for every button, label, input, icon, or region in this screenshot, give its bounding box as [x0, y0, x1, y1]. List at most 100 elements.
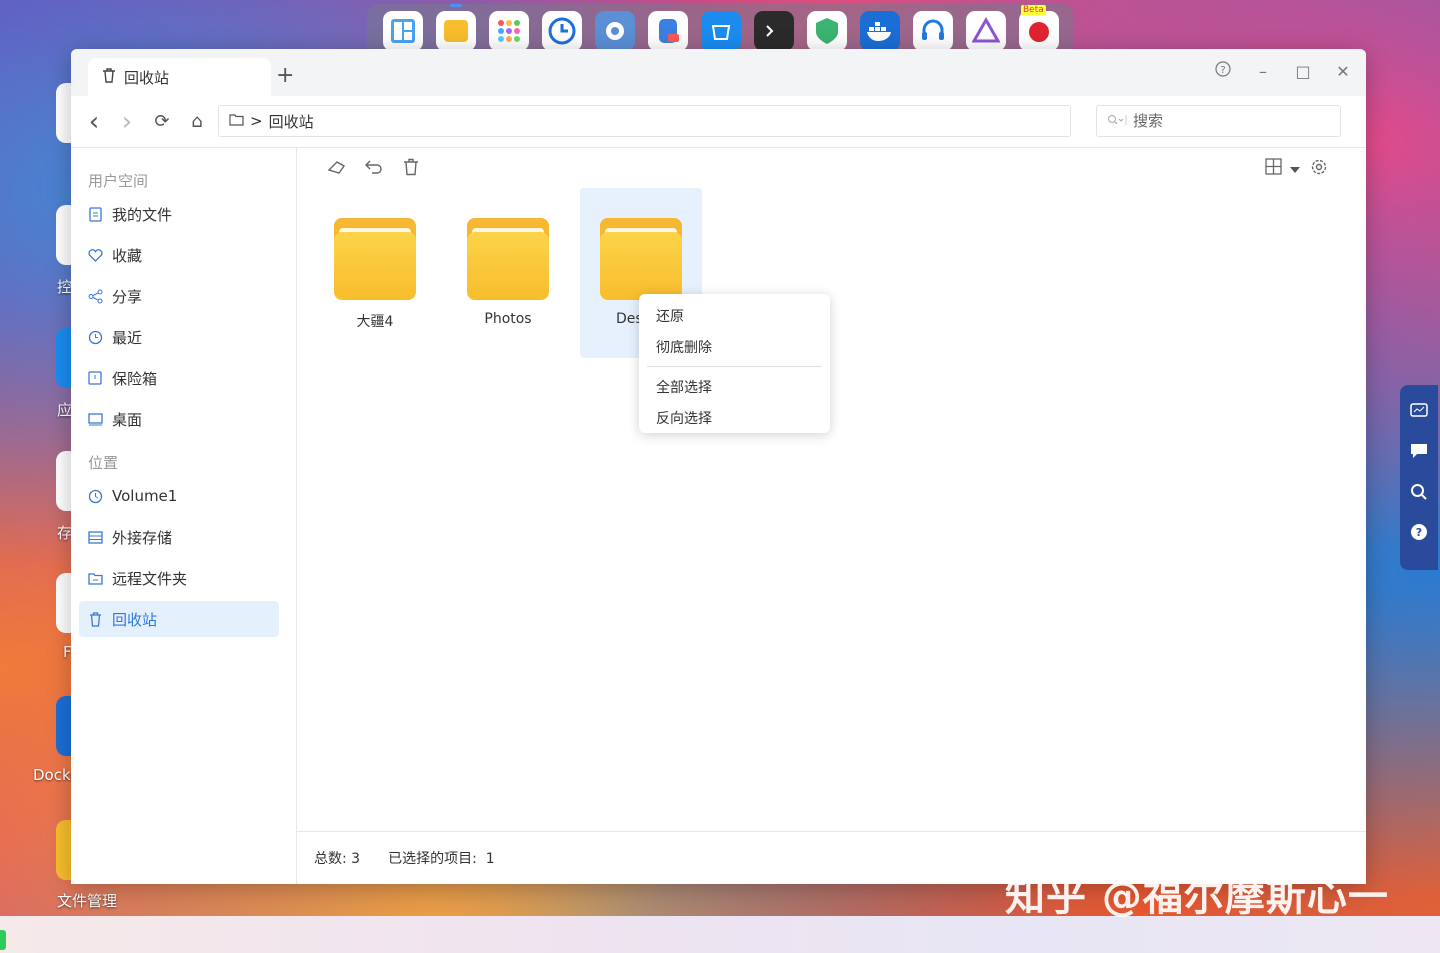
- document-icon: [87, 206, 103, 222]
- delete-icon[interactable]: [399, 158, 423, 181]
- forward-button[interactable]: ›: [116, 109, 138, 135]
- folder-name: 大疆4: [356, 314, 394, 330]
- help-icon[interactable]: ?: [1409, 523, 1429, 543]
- restore-icon[interactable]: [362, 158, 386, 181]
- breadcrumb-current[interactable]: 回收站: [269, 111, 314, 132]
- sidebar-item-volume1[interactable]: Volume1: [79, 478, 279, 514]
- folder-name: Photos: [484, 311, 532, 327]
- sidebar-item-safe[interactable]: 保险箱: [79, 360, 279, 396]
- sidebar-item-label: 收藏: [112, 246, 143, 265]
- desktop-label: 控: [57, 278, 73, 296]
- external-storage-icon: [87, 529, 103, 545]
- file-manager-window: 回收站 + ? – □ ✕ ‹ › ⟳ ⌂ > 回收站 用户空间 我的文件: [71, 49, 1366, 884]
- back-button[interactable]: ‹: [83, 109, 105, 135]
- monitor-icon[interactable]: [1409, 403, 1429, 423]
- folder-icon: [467, 218, 549, 300]
- breadcrumb[interactable]: > 回收站: [218, 105, 1071, 137]
- watermark: 知乎 @福尔摩斯心一: [1005, 874, 1389, 920]
- title-bar: 回收站 + ? – □ ✕: [71, 49, 1366, 96]
- sidebar-item-recent[interactable]: 最近: [79, 319, 279, 355]
- sidebar-item-remote-folder[interactable]: 远程文件夹: [79, 560, 279, 596]
- dock-file-manager-icon[interactable]: [436, 4, 476, 51]
- add-tab-button[interactable]: +: [276, 65, 294, 87]
- dock-backup-icon[interactable]: [542, 11, 582, 51]
- sidebar-item-share[interactable]: 分享: [79, 278, 279, 314]
- dock-docker-icon[interactable]: [860, 11, 900, 51]
- trash-icon: [102, 67, 116, 87]
- dock-store-icon[interactable]: [701, 11, 741, 51]
- help-icon[interactable]: ?: [1212, 61, 1234, 81]
- dock-settings-icon[interactable]: [595, 11, 635, 51]
- safe-icon: [87, 370, 103, 386]
- menu-item-select-all[interactable]: 全部选择: [639, 371, 830, 402]
- close-button[interactable]: ✕: [1332, 62, 1354, 81]
- beta-badge: Beta: [1021, 5, 1046, 15]
- dock-security-icon[interactable]: [807, 11, 847, 51]
- folder-item[interactable]: Photos: [447, 188, 569, 358]
- total-count: 总数: 3: [314, 851, 361, 867]
- menu-item-invert-selection[interactable]: 反向选择: [639, 402, 830, 433]
- sidebar-item-my-files[interactable]: 我的文件: [79, 196, 279, 232]
- view-dropdown-icon[interactable]: [1283, 158, 1307, 179]
- folder-item[interactable]: 大疆4: [314, 188, 436, 358]
- grid-view-icon[interactable]: [1261, 158, 1285, 180]
- context-menu: 还原 彻底删除 全部选择 反向选择: [639, 294, 830, 433]
- sidebar-item-label: Volume1: [112, 487, 178, 505]
- monitor-icon: [87, 411, 103, 427]
- settings-gear-icon[interactable]: [1307, 158, 1331, 181]
- tab-recycle-bin[interactable]: 回收站: [88, 58, 271, 96]
- svg-text:?: ?: [1416, 526, 1422, 539]
- desktop-label: 文件管理: [57, 892, 118, 910]
- folder-icon: [229, 112, 244, 130]
- search-box[interactable]: [1096, 105, 1341, 137]
- sidebar-item-label: 桌面: [112, 410, 143, 429]
- floating-side-panel: ?: [1400, 385, 1438, 570]
- sidebar-item-desktop[interactable]: 桌面: [79, 401, 279, 437]
- search-icon: [1107, 112, 1127, 130]
- sidebar-item-label: 远程文件夹: [112, 569, 188, 588]
- dock-control-panel-icon[interactable]: [383, 11, 423, 51]
- sidebar-item-label: 回收站: [112, 610, 158, 629]
- sidebar-section-location: 位置: [88, 454, 119, 472]
- disk-icon: [87, 488, 103, 504]
- dock-support-icon[interactable]: [913, 11, 953, 51]
- sidebar-item-label: 保险箱: [112, 369, 158, 388]
- selected-count: 已选择的项目: 1: [388, 851, 495, 867]
- sidebar-item-label: 最近: [112, 328, 143, 347]
- clean-icon[interactable]: [325, 158, 349, 181]
- tray-indicator: [0, 930, 6, 950]
- sidebar: 用户空间 我的文件 收藏 分享 最近 保险箱 桌面 位置 Volume1 外接存…: [71, 148, 297, 884]
- dock-terminal-icon[interactable]: [754, 11, 794, 51]
- desktop-label: 存: [57, 524, 73, 542]
- sidebar-item-recycle-bin[interactable]: 回收站: [79, 601, 279, 637]
- share-icon: [87, 288, 103, 304]
- heart-icon: [87, 247, 103, 263]
- breadcrumb-separator: >: [250, 112, 263, 130]
- message-icon[interactable]: [1409, 443, 1429, 463]
- folder-icon: [600, 218, 682, 300]
- menu-item-delete-permanently[interactable]: 彻底删除: [639, 331, 830, 362]
- dock-storage-icon[interactable]: [648, 11, 688, 51]
- menu-divider: [647, 366, 822, 367]
- sidebar-item-label: 外接存储: [112, 528, 173, 547]
- home-button[interactable]: ⌂: [186, 110, 208, 134]
- file-list-area: 大疆4 Photos Des 总数: 3 已选择的项目: 1: [297, 148, 1366, 884]
- sidebar-item-external-storage[interactable]: 外接存储: [79, 519, 279, 555]
- menu-item-restore[interactable]: 还原: [639, 300, 830, 331]
- folder-icon: [334, 218, 416, 300]
- svg-text:?: ?: [1220, 65, 1225, 76]
- desktop-label: 应: [57, 401, 73, 419]
- dock-jellyfin-icon[interactable]: [966, 11, 1006, 51]
- minimize-button[interactable]: –: [1252, 62, 1274, 81]
- clock-icon: [87, 329, 103, 345]
- sidebar-item-label: 分享: [112, 287, 143, 306]
- sidebar-item-favorites[interactable]: 收藏: [79, 237, 279, 273]
- dock-beta-app-icon[interactable]: Beta: [1019, 5, 1059, 51]
- dock-apps-icon[interactable]: [489, 11, 529, 51]
- trash-icon: [87, 611, 103, 627]
- search-input[interactable]: [1133, 112, 1323, 130]
- window-controls: ? – □ ✕: [1212, 61, 1354, 81]
- search-icon[interactable]: [1409, 483, 1429, 503]
- refresh-button[interactable]: ⟳: [151, 110, 173, 134]
- maximize-button[interactable]: □: [1292, 62, 1314, 81]
